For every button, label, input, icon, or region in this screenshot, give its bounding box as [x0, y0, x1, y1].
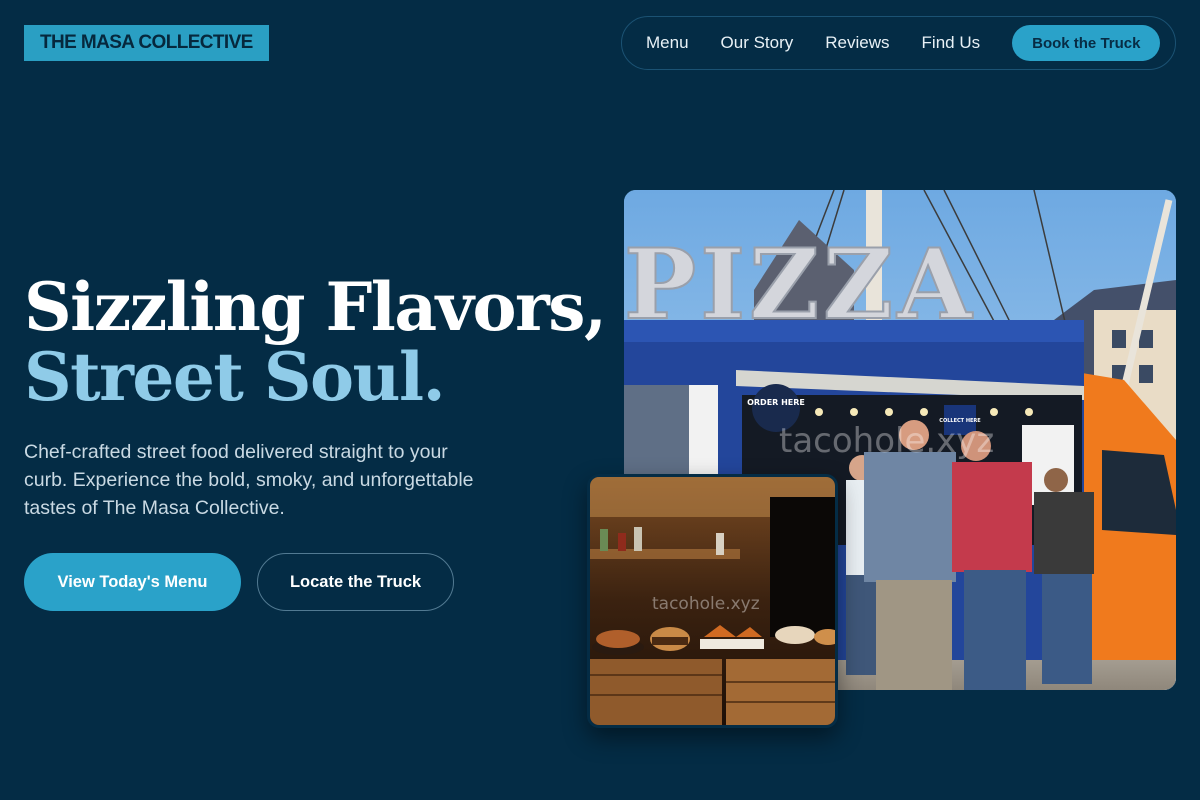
hero-subtitle: Chef-crafted street food delivered strai…	[24, 441, 474, 519]
nav-link-our-story[interactable]: Our Story	[721, 33, 794, 53]
hero-title-line1: Sizzling Flavors,	[24, 268, 607, 346]
nav-link-reviews[interactable]: Reviews	[825, 33, 889, 53]
brand-logo[interactable]: THE MASA COLLECTIVE	[24, 25, 269, 61]
order-here-badge: ORDER HERE	[747, 398, 805, 407]
hero-title: Sizzling Flavors, Street Soul.	[24, 268, 607, 416]
hero-title-line2: Street Soul.	[24, 338, 446, 416]
street-food-illustration: tacohole.xyz	[590, 477, 835, 725]
nav-link-menu[interactable]: Menu	[646, 33, 689, 53]
main-nav: Menu Our Story Reviews Find Us Book the …	[621, 16, 1176, 70]
main-photo-watermark: tacohole.xyz	[779, 421, 994, 461]
nav-link-find-us[interactable]: Find Us	[922, 33, 981, 53]
brand-name: THE MASA COLLECTIVE	[40, 32, 253, 53]
locate-truck-button[interactable]: Locate the Truck	[257, 553, 454, 611]
street-food-photo: tacohole.xyz	[587, 474, 838, 728]
landing-page: THE MASA COLLECTIVE Menu Our Story Revie…	[0, 0, 1200, 800]
view-menu-button[interactable]: View Today's Menu	[24, 553, 241, 611]
inset-photo-watermark: tacohole.xyz	[652, 594, 760, 614]
book-truck-button[interactable]: Book the Truck	[1012, 25, 1161, 61]
